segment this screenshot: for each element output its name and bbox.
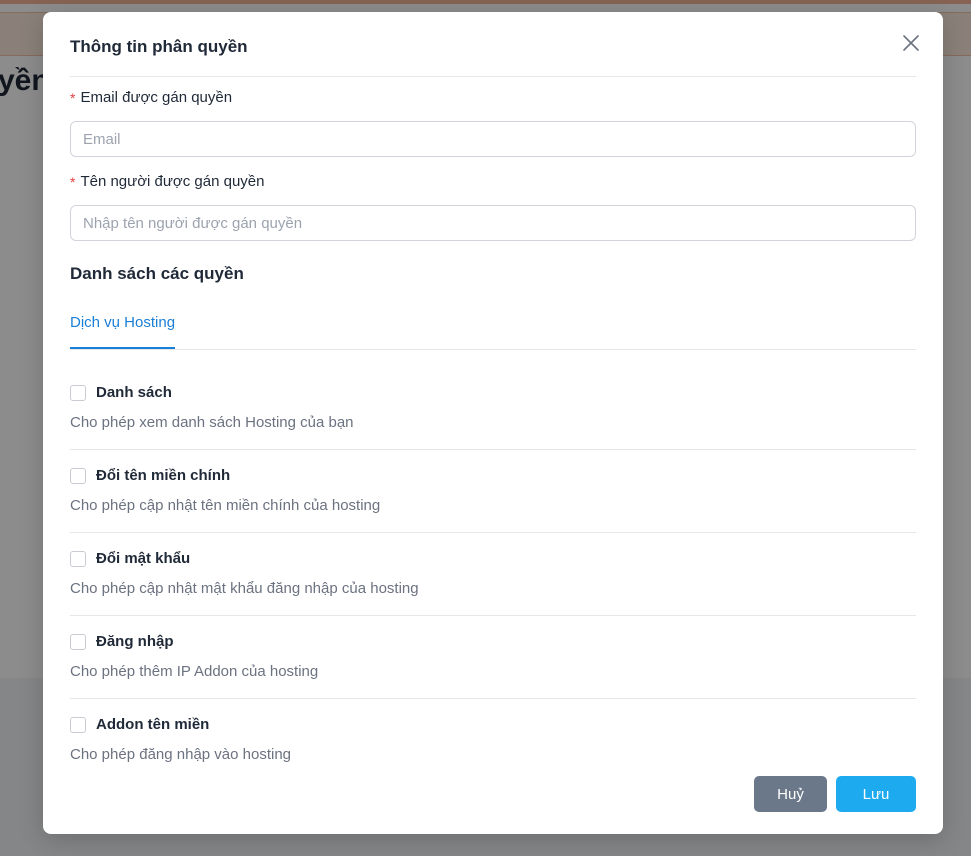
permission-name[interactable]: Đổi mật khẩu (96, 549, 190, 569)
permission-checkbox[interactable] (70, 468, 86, 484)
required-mark: * (70, 90, 76, 106)
permission-description: Cho phép đăng nhập vào hosting (70, 746, 292, 763)
permission-checkbox[interactable] (70, 717, 86, 733)
permission-item: Addon tên miền Cho phép đăng nhập vào ho… (70, 699, 916, 781)
permissions-section-title: Danh sách các quyền (70, 264, 244, 283)
permission-list: Danh sách Cho phép xem danh sách Hosting… (70, 367, 916, 781)
permission-item: Đăng nhập Cho phép thêm IP Addon của hos… (70, 616, 916, 699)
name-label-text: Tên người được gán quyền (80, 173, 265, 190)
permission-item: Đổi mật khẩu Cho phép cập nhật mật khẩu … (70, 533, 916, 616)
permission-description: Cho phép cập nhật mật khẩu đăng nhập của… (70, 580, 419, 597)
email-field-label: * Email được gán quyền (70, 88, 916, 108)
save-button[interactable]: Lưu (836, 776, 916, 812)
name-field-label: * Tên người được gán quyền (70, 172, 916, 192)
assignee-name-input[interactable] (70, 205, 916, 241)
name-field-group: * Tên người được gán quyền (70, 172, 916, 241)
permission-item: Danh sách Cho phép xem danh sách Hosting… (70, 367, 916, 450)
close-button[interactable] (900, 32, 922, 54)
required-mark: * (70, 174, 76, 190)
permission-tabs: Dịch vụ Hosting (70, 312, 916, 350)
permission-checkbox[interactable] (70, 551, 86, 567)
permission-item: Đổi tên miền chính Cho phép cập nhật tên… (70, 450, 916, 533)
permission-name[interactable]: Đổi tên miền chính (96, 466, 230, 486)
modal-title: Thông tin phân quyền (70, 37, 248, 56)
permission-name[interactable]: Danh sách (96, 383, 172, 403)
tab-hosting-service[interactable]: Dịch vụ Hosting (70, 312, 176, 349)
permission-name[interactable]: Addon tên miền (96, 715, 209, 735)
modal-header: Thông tin phân quyền (70, 36, 916, 77)
permission-name[interactable]: Đăng nhập (96, 632, 174, 652)
permission-description: Cho phép cập nhật tên miền chính của hos… (70, 497, 381, 514)
permission-modal: Thông tin phân quyền * Email được gán qu… (43, 12, 943, 834)
permission-description: Cho phép xem danh sách Hosting của bạn (70, 414, 354, 431)
email-field-group: * Email được gán quyền (70, 88, 916, 157)
email-label-text: Email được gán quyền (80, 89, 233, 106)
permission-checkbox[interactable] (70, 634, 86, 650)
cancel-button[interactable]: Huỷ (754, 776, 827, 812)
close-icon (903, 35, 919, 51)
email-input[interactable] (70, 121, 916, 157)
permission-description: Cho phép thêm IP Addon của hosting (70, 663, 319, 680)
permission-checkbox[interactable] (70, 385, 86, 401)
